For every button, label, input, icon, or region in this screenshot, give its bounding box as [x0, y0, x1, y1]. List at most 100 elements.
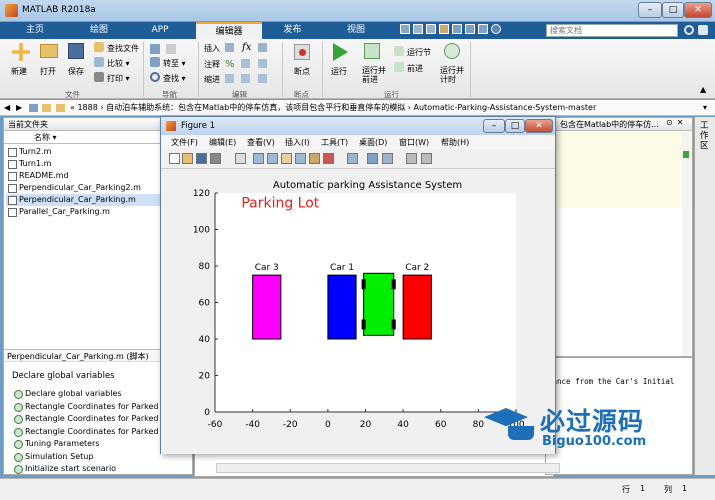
open-button[interactable]: 打开 [40, 66, 56, 77]
section-item[interactable]: Declare global variables [12, 388, 162, 400]
run-button[interactable]: 运行 [331, 66, 347, 77]
print-button[interactable]: 打印 ▾ [94, 72, 130, 84]
decrease-indent-icon[interactable] [258, 74, 267, 83]
link-plot-icon[interactable] [347, 153, 358, 164]
cut-icon[interactable] [413, 24, 423, 34]
path-dropdown-icon[interactable]: ▾ [703, 100, 707, 116]
pan-icon[interactable] [281, 153, 292, 164]
tab-publish[interactable]: 发布 [265, 22, 320, 39]
figure-menu-item[interactable]: 窗口(W) [399, 137, 429, 148]
percent-icon[interactable]: % [225, 59, 235, 70]
back-icon[interactable] [150, 44, 160, 54]
find-button[interactable]: 查找 ▾ [150, 72, 186, 84]
compare-button[interactable]: 比较 ▾ [94, 57, 130, 69]
code-analyzer-indicator[interactable] [683, 151, 689, 158]
undo-icon[interactable] [452, 24, 462, 34]
breakpoints-button[interactable]: 断点 [294, 66, 310, 77]
advance-button[interactable]: 前进 [394, 62, 423, 74]
figure-menu-item[interactable]: 查看(V) [247, 137, 275, 148]
run-and-time-icon[interactable] [444, 43, 460, 59]
open-file-icon[interactable] [182, 153, 193, 164]
collapse-ribbon-icon[interactable]: ▲ [700, 85, 706, 94]
pointer-icon[interactable] [235, 153, 246, 164]
brush-icon[interactable] [323, 153, 334, 164]
tab-home[interactable]: 主页 [10, 22, 60, 39]
colorbar-icon[interactable] [367, 153, 378, 164]
show-tools-icon[interactable] [421, 153, 432, 164]
wrap-comments-icon[interactable] [241, 59, 250, 68]
breakpoints-icon[interactable] [294, 44, 310, 60]
figure-menu-item[interactable]: 编辑(E) [209, 137, 236, 148]
panel-close-icon[interactable]: ✕ [677, 118, 684, 129]
help-icon[interactable] [491, 24, 501, 34]
search-icon[interactable] [684, 25, 694, 35]
save-button[interactable]: 保存 [68, 66, 84, 77]
copy-icon[interactable] [426, 24, 436, 34]
save-icon[interactable] [400, 24, 410, 34]
scrollbar[interactable] [682, 132, 690, 356]
smart-indent-icon[interactable] [225, 74, 234, 83]
hide-tools-icon[interactable] [406, 153, 417, 164]
workspace-tab[interactable]: 工作区 [700, 121, 710, 151]
figure-maximize-button[interactable]: □ [505, 119, 525, 133]
zoom-in-icon[interactable] [253, 153, 264, 164]
tab-apps[interactable]: APP [135, 22, 185, 39]
section-item[interactable]: Simulation Setup [12, 451, 162, 463]
run-and-time-button[interactable]: 运行并 计时 [440, 66, 464, 84]
forward-icon[interactable] [166, 44, 176, 54]
uncomment-icon[interactable] [258, 59, 267, 68]
open-folder-icon[interactable] [40, 44, 58, 58]
insert-function-icon[interactable] [258, 43, 267, 52]
figure-menu-item[interactable]: 插入(I) [285, 137, 310, 148]
redo-icon[interactable] [465, 24, 475, 34]
minimize-button[interactable]: – [638, 2, 662, 18]
close-button[interactable]: ✕ [684, 2, 712, 18]
save-file-icon[interactable] [68, 43, 84, 59]
figure-minimize-button[interactable]: – [483, 119, 505, 133]
horizontal-scrollbar[interactable] [216, 463, 560, 473]
tab-editor[interactable]: 编辑器 [196, 22, 262, 39]
maximize-button[interactable]: □ [662, 2, 684, 18]
print-figure-icon[interactable] [210, 153, 221, 164]
browse-folder-icon[interactable] [42, 104, 51, 112]
figure-menu-item[interactable]: 工具(T) [321, 137, 348, 148]
section-item[interactable]: Tuning Parameters [12, 438, 162, 450]
back-arrow-icon[interactable]: ◀ [4, 100, 10, 116]
insert-button[interactable]: 插入 [204, 43, 220, 54]
comment-button[interactable]: 注释 [204, 59, 220, 70]
figure-menu-item[interactable]: 文件(F) [171, 137, 198, 148]
switch-windows-icon[interactable] [478, 24, 488, 34]
tab-view[interactable]: 视图 [330, 22, 382, 39]
paste-icon[interactable] [439, 24, 449, 34]
data-cursor-icon[interactable] [309, 153, 320, 164]
section-item[interactable]: Rectangle Coordinates for Parked [12, 426, 162, 438]
run-and-advance-button[interactable]: 运行并 前进 [362, 66, 386, 84]
save-figure-icon[interactable] [196, 153, 207, 164]
tab-plots[interactable]: 绘图 [70, 22, 128, 39]
search-input[interactable]: 搜索文档 [546, 24, 678, 37]
up-folder-icon[interactable] [29, 104, 38, 112]
new-button[interactable]: 新建 [11, 66, 27, 77]
goto-button[interactable]: 转至 ▾ [150, 57, 186, 69]
run-icon[interactable] [333, 43, 348, 61]
section-item[interactable]: Initialize start scenario [12, 463, 162, 474]
fx-button[interactable]: fx [242, 42, 251, 53]
run-and-advance-icon[interactable] [364, 43, 380, 59]
forward-arrow-icon[interactable]: ▶ [16, 100, 22, 116]
indent-button[interactable]: 缩进 [204, 74, 220, 85]
legend-icon[interactable] [382, 153, 393, 164]
new-icon[interactable] [12, 43, 30, 61]
current-folder-path[interactable]: « 1888 › 自动泊车辅助系统：包含在Matlab中的停车仿真，该项目包含平… [70, 100, 596, 116]
panel-menu-icon[interactable]: ⊙ [666, 118, 673, 129]
increase-indent-icon[interactable] [241, 74, 250, 83]
find-file-button[interactable]: 查找文件 [94, 42, 139, 54]
new-figure-icon[interactable] [169, 153, 180, 164]
zoom-out-icon[interactable] [267, 153, 278, 164]
figure-close-button[interactable]: ✕ [525, 119, 553, 133]
section-item[interactable]: Rectangle Coordinates for Parked [12, 413, 162, 425]
section-item[interactable]: Rectangle Coordinates for Parked [12, 401, 162, 413]
rotate-icon[interactable] [295, 153, 306, 164]
figure-menu-item[interactable]: 桌面(D) [359, 137, 387, 148]
figure-menu-item[interactable]: 帮助(H) [441, 137, 469, 148]
community-icon[interactable] [698, 25, 708, 35]
